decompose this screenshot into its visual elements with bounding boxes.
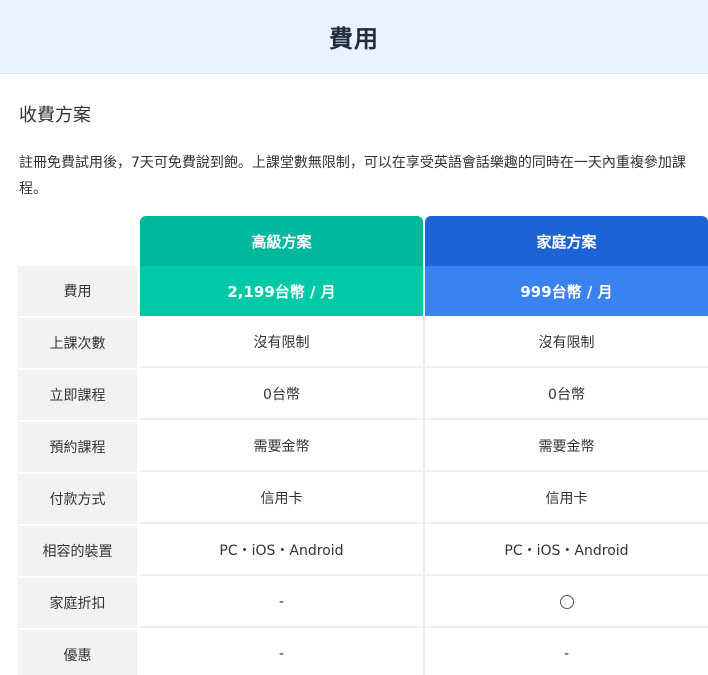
page-title: 費用 bbox=[329, 25, 379, 53]
section-title: 收費方案 bbox=[19, 105, 91, 126]
premium-value: - bbox=[140, 578, 423, 628]
row-label: 付款方式 bbox=[18, 474, 137, 524]
premium-price: 2,199台幣 / 月 bbox=[140, 266, 423, 316]
circle-icon bbox=[559, 595, 574, 609]
family-price: 999台幣 / 月 bbox=[425, 266, 708, 316]
family-value: 沒有限制 bbox=[425, 318, 708, 368]
plan-header-premium: 高級方案 bbox=[140, 216, 423, 266]
premium-value: 需要金幣 bbox=[140, 422, 423, 472]
family-value: PC・iOS・Android bbox=[425, 526, 708, 576]
row-label: 優惠 bbox=[18, 630, 137, 675]
row-label: 立即課程 bbox=[18, 370, 137, 420]
page-header: 費用 bbox=[0, 0, 708, 74]
premium-value: 0台幣 bbox=[140, 370, 423, 420]
section-description: 註冊免費試用後，7天可免費說到飽。上課堂數無限制，可以在享受英語會話樂趣的同時在… bbox=[19, 155, 686, 197]
family-value: 需要金幣 bbox=[425, 422, 708, 472]
family-value: 0台幣 bbox=[425, 370, 708, 420]
row-label: 費用 bbox=[18, 266, 137, 316]
row-label: 預約課程 bbox=[18, 422, 137, 472]
plan-header-family: 家庭方案 bbox=[425, 216, 708, 266]
family-value: - bbox=[425, 630, 708, 675]
premium-value: 信用卡 bbox=[140, 474, 423, 524]
row-label: 家庭折扣 bbox=[18, 578, 137, 628]
premium-value: 沒有限制 bbox=[140, 318, 423, 368]
family-value: 信用卡 bbox=[425, 474, 708, 524]
premium-value: PC・iOS・Android bbox=[140, 526, 423, 576]
premium-value: - bbox=[140, 630, 423, 675]
family-value bbox=[425, 578, 708, 628]
row-label: 相容的裝置 bbox=[18, 526, 137, 576]
row-label: 上課次數 bbox=[18, 318, 137, 368]
